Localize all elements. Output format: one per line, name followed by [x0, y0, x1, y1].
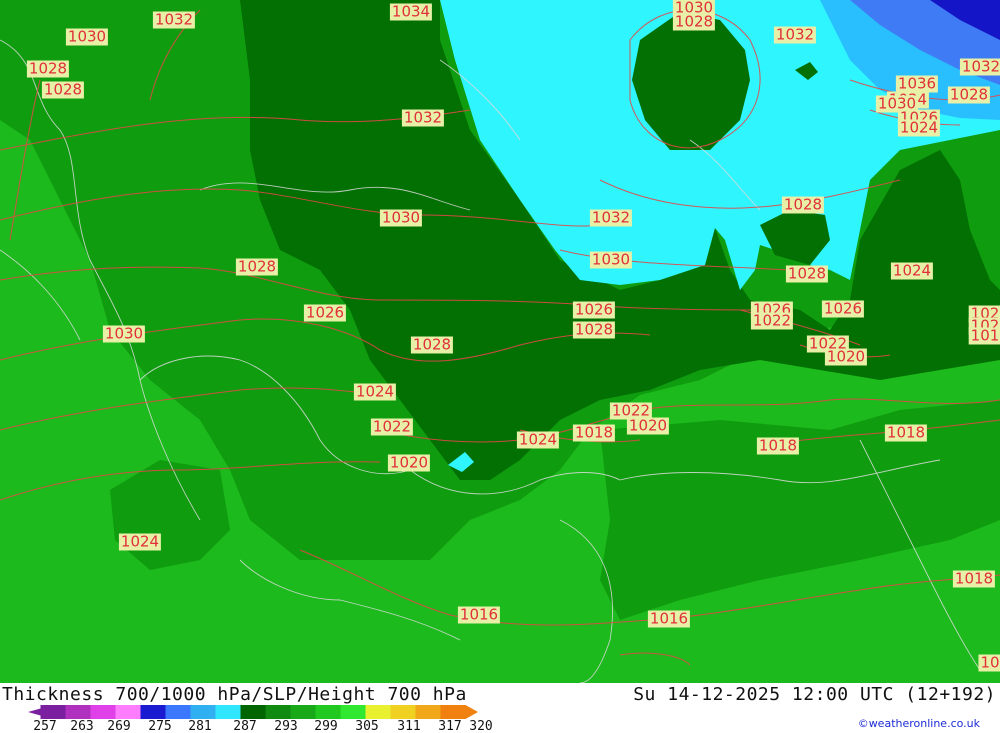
isobar-1032-far-ne: 1032 [959, 58, 1000, 76]
isobar-edge-c: 101 [968, 326, 1000, 345]
legend-arrow-right [465, 705, 478, 719]
isobar-1032-e: 1032 [589, 208, 633, 227]
legend-swatch [315, 705, 341, 719]
legend-swatch [190, 705, 216, 719]
isobar-edge-d: 10 [978, 653, 1000, 672]
isobar-1016-s: 1016 [457, 605, 501, 624]
legend-swatch [290, 705, 316, 719]
isobar-1028-w: 1028 [235, 257, 279, 276]
isobar-1028-e2: 1028 [785, 264, 829, 283]
legend-tick-label: 269 [107, 719, 131, 733]
legend-tick-label: 320 [469, 719, 493, 733]
isobar-1026-c: 1026 [572, 300, 616, 319]
credit-text: ©weatheronline.co.uk [857, 717, 980, 730]
isobar-1032-c: 1032 [401, 108, 445, 127]
legend-swatch [440, 705, 466, 719]
isobar-1016-s2: 1016 [647, 609, 691, 628]
legend-ticks: 257 263 269 275 281 287 293 299 305 311 317 320 [0, 719, 520, 733]
isobar-1026-e2: 1026 [821, 299, 865, 318]
isobar-1028-nw-b: 1028 [41, 80, 85, 99]
weather-map-figure: 1034 1032 1030 1028 1028 1030 1028 1032 1032 1036… [0, 0, 1000, 733]
thickness-map [0, 0, 1000, 683]
legend-tick-label: 287 [233, 719, 257, 733]
isobar-1022-e: 1022 [750, 311, 794, 330]
legend-swatch [240, 705, 266, 719]
isobar-1028-nw-a: 1028 [26, 59, 70, 78]
legend-tick-label: 311 [397, 719, 421, 733]
isobar-1024-w: 1024 [353, 382, 397, 401]
isobar-1028-ne: 1028 [947, 85, 991, 104]
legend-swatch [390, 705, 416, 719]
isobar-1028-sc: 1028 [410, 335, 454, 354]
valid-time: Su 14-12-2025 12:00 UTC (12+192) [633, 684, 996, 705]
isobar-1030-w: 1030 [102, 324, 146, 343]
chart-title: Thickness 700/1000 hPa/SLP/Height 700 hP… [2, 684, 467, 705]
legend-swatch [340, 705, 366, 719]
legend-swatch [140, 705, 166, 719]
legend-swatch [115, 705, 141, 719]
legend-swatch [265, 705, 291, 719]
legend-swatch [415, 705, 441, 719]
isobar-1022-w: 1022 [370, 417, 414, 436]
legend-tick-label: 293 [274, 719, 298, 733]
isobar-1032-nw: 1032 [152, 10, 196, 29]
legend-swatch [215, 705, 241, 719]
isobar-1032-ne: 1032 [773, 25, 817, 44]
legend-tick-label: 305 [355, 719, 379, 733]
isobar-1030-nw: 1030 [65, 27, 109, 46]
isobar-1020-w: 1020 [387, 453, 431, 472]
legend-tick-label: 281 [188, 719, 212, 733]
isobar-1030-e: 1030 [589, 250, 633, 269]
legend-swatch [90, 705, 116, 719]
legend-swatch [40, 705, 66, 719]
isobar-1024-sc: 1024 [516, 430, 560, 449]
legend-tick-label: 257 [33, 719, 57, 733]
footer-bar: Thickness 700/1000 hPa/SLP/Height 700 hP… [0, 683, 1000, 733]
isobar-1028-n: 1028 [672, 12, 716, 31]
legend-tick-label: 317 [438, 719, 462, 733]
isobar-1026-w: 1026 [303, 303, 347, 322]
isobar-1028-e: 1028 [572, 320, 616, 339]
isobar-1018-sc: 1018 [572, 423, 616, 442]
isobar-1020-sc: 1020 [626, 416, 670, 435]
isobar-1018-far-e: 1018 [952, 569, 996, 588]
isobar-1030-c: 1030 [379, 208, 423, 227]
isobar-1018-e: 1018 [884, 423, 928, 442]
legend-tick-label: 263 [70, 719, 94, 733]
legend-swatch [65, 705, 91, 719]
legend-swatch [365, 705, 391, 719]
isobar-1024-sw: 1024 [118, 532, 162, 551]
legend-tick-label: 299 [314, 719, 338, 733]
isobar-1024-e: 1024 [890, 261, 934, 280]
isobar-1028-c: 1028 [781, 195, 825, 214]
isobar-1020-e: 1020 [824, 347, 868, 366]
legend-tick-label: 275 [148, 719, 172, 733]
isobar-1034: 1034 [389, 2, 433, 21]
isobar-1018-se: 1018 [756, 436, 800, 455]
color-legend [28, 705, 478, 719]
isobar-1024-ne: 1024 [897, 118, 941, 137]
legend-swatch [165, 705, 191, 719]
